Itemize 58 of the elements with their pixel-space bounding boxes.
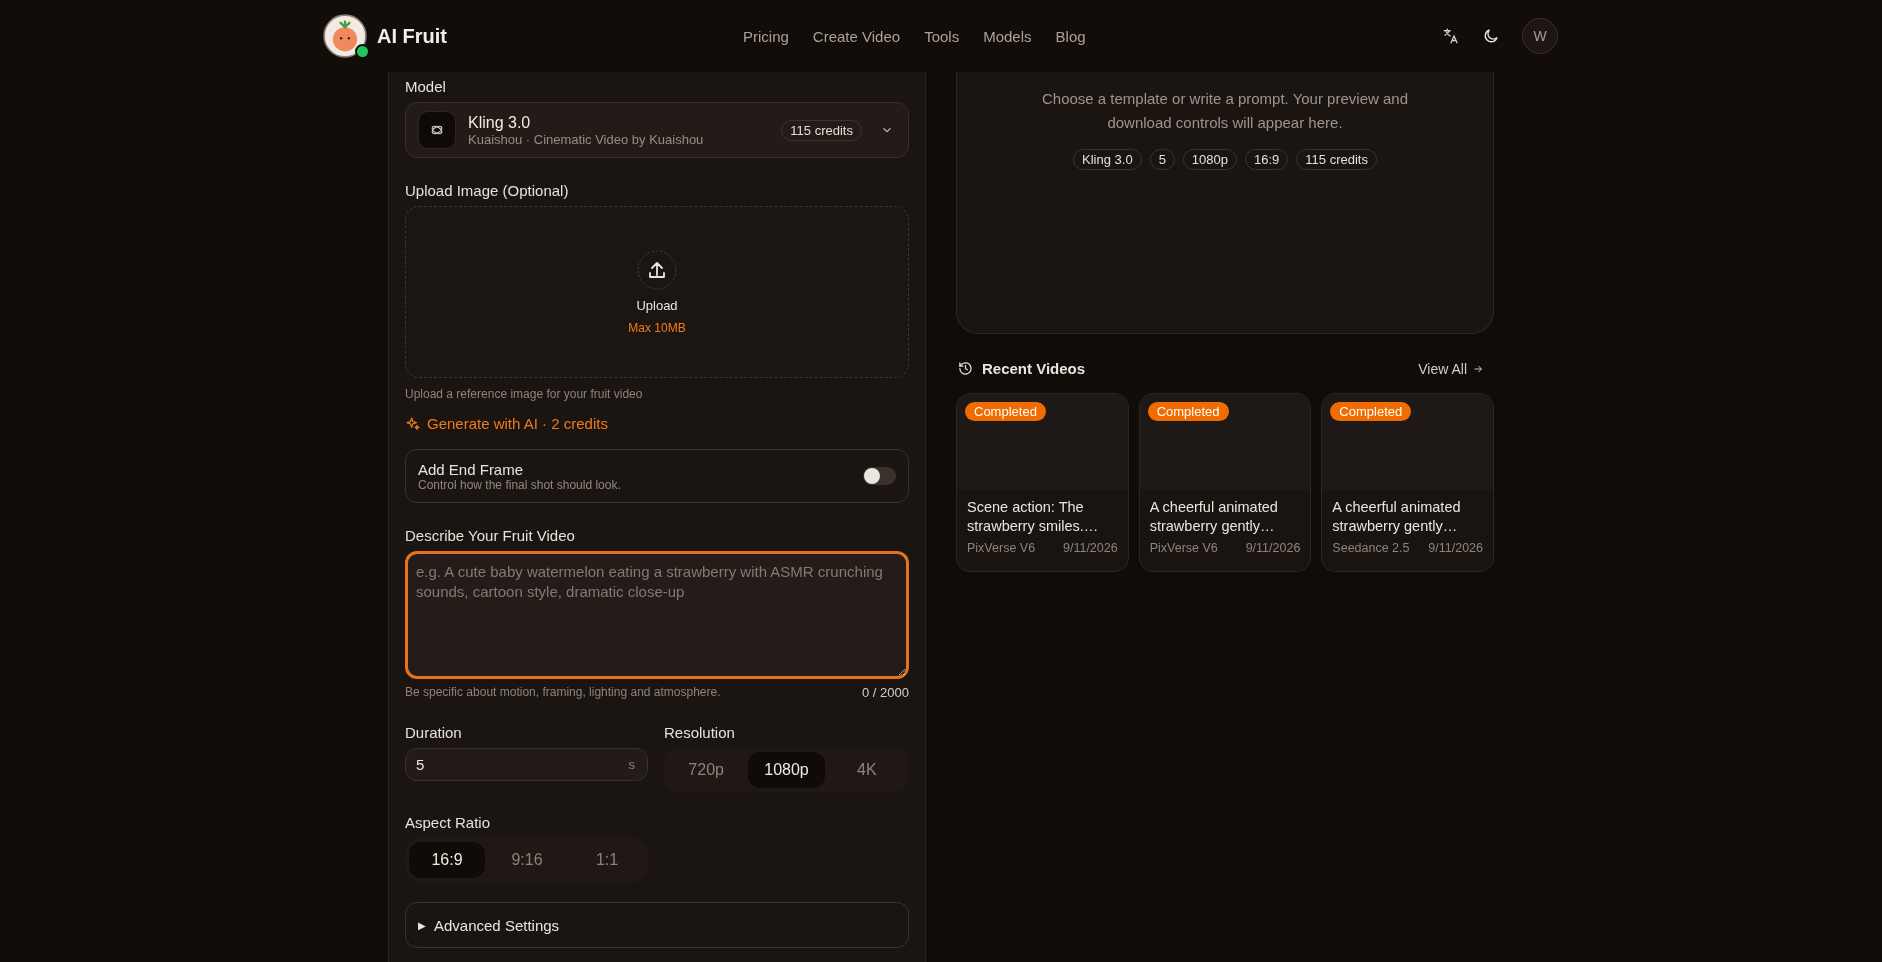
field-label: Duration	[405, 724, 463, 741]
video-card[interactable]: Completed A cheerful animated strawberry gently… Seedance 2.5 9/11/2026	[1321, 393, 1494, 572]
history-icon	[958, 361, 973, 376]
prompt-field[interactable]: e.g. A cute baby watermelon eating a strawberry with ASMR crunching sounds, cartoon style, dramatic close-up	[405, 551, 909, 679]
model-select[interactable]: Kling 3.0 Kuaishou · Cinematic Video by Kuaishou 115 credits	[405, 102, 909, 158]
upload-dropzone[interactable]: Upload Max 10MB	[405, 206, 909, 378]
character-counter: 0 / 2000	[862, 685, 909, 700]
nav-link[interactable]: Models	[983, 27, 1032, 45]
nav-link[interactable]: Pricing	[743, 27, 789, 45]
upload-hint: Upload a reference image for your fruit video	[405, 387, 644, 401]
end-frame-subtitle: Control how the final shot should look.	[418, 477, 621, 492]
field-label: Upload Image (Optional)	[405, 182, 570, 199]
status-badge: Completed	[1330, 402, 1412, 421]
video-title: Scene action: The strawberry smiles.…	[967, 498, 1100, 536]
section-title: Recent Videos	[982, 360, 1086, 377]
video-title: A cheerful animated strawberry gently…	[1332, 498, 1462, 536]
upload-icon[interactable]	[637, 249, 677, 290]
sparkle-icon	[405, 415, 421, 432]
video-date: 9/11/2026	[1428, 541, 1483, 555]
prompt-hint: Be specific about motion, framing, lighting and atmosphere.	[405, 685, 721, 700]
video-date: 9/11/2026	[1245, 541, 1301, 555]
upload-label: Upload	[636, 297, 678, 313]
end-frame-title: Add End Frame	[418, 460, 525, 478]
advanced-settings-toggle[interactable]: ▶ Advanced Settings	[405, 902, 909, 948]
upload-limit: Max 10MB	[628, 320, 686, 335]
nav-link[interactable]: Create Video	[812, 27, 901, 45]
video-model: PixVerse V6	[1149, 541, 1218, 555]
brand-name[interactable]: AI Fruit	[377, 24, 447, 48]
resolution-option[interactable]: 720p	[668, 752, 745, 788]
field-label: Model	[405, 78, 447, 95]
end-frame-toggle[interactable]	[863, 467, 896, 485]
user-avatar[interactable]: W	[1522, 18, 1558, 54]
field-label: Resolution	[664, 724, 736, 741]
aspect-ratio-option[interactable]: 1:1	[569, 842, 645, 878]
status-badge: Completed	[1147, 402, 1229, 421]
nav-link[interactable]: Tools	[924, 27, 960, 45]
resolution-option[interactable]: 4K	[828, 752, 905, 788]
view-all-link[interactable]: View All	[1418, 360, 1484, 377]
aspect-ratio-option[interactable]: 16:9	[409, 842, 485, 878]
aspect-ratio-option[interactable]: 9:16	[489, 842, 565, 878]
moon-icon[interactable]	[1482, 27, 1500, 45]
video-card[interactable]: Completed Scene action: The strawberry smiles.… PixVerse V6 9/11/2026	[956, 393, 1129, 572]
video-model: PixVerse V6	[967, 541, 1036, 555]
duration-field[interactable]: 5 s	[405, 748, 648, 781]
generate-link[interactable]: Generate with AI · 2 credits	[405, 415, 608, 432]
translate-icon[interactable]	[1442, 27, 1460, 45]
preview-description: Choose a template or write a prompt. Your preview and download controls will appear here.	[1040, 89, 1409, 133]
video-date: 9/11/2026	[1063, 541, 1118, 555]
field-label: Aspect Ratio	[405, 814, 492, 831]
nav-link[interactable]: Blog	[1055, 27, 1086, 45]
model-logo-icon	[418, 111, 456, 149]
field-label: Describe Your Fruit Video	[405, 527, 576, 544]
peach-logo-icon[interactable]	[323, 14, 367, 58]
video-card[interactable]: Completed A cheerful animated strawberry gently… PixVerse V6 9/11/2026	[1138, 393, 1312, 572]
status-badge: Completed	[965, 402, 1046, 421]
video-title: A cheerful animated strawberry gently…	[1149, 498, 1279, 536]
video-model: Seedance 2.5	[1332, 541, 1410, 555]
resolution-option[interactable]: 1080p	[748, 752, 825, 788]
